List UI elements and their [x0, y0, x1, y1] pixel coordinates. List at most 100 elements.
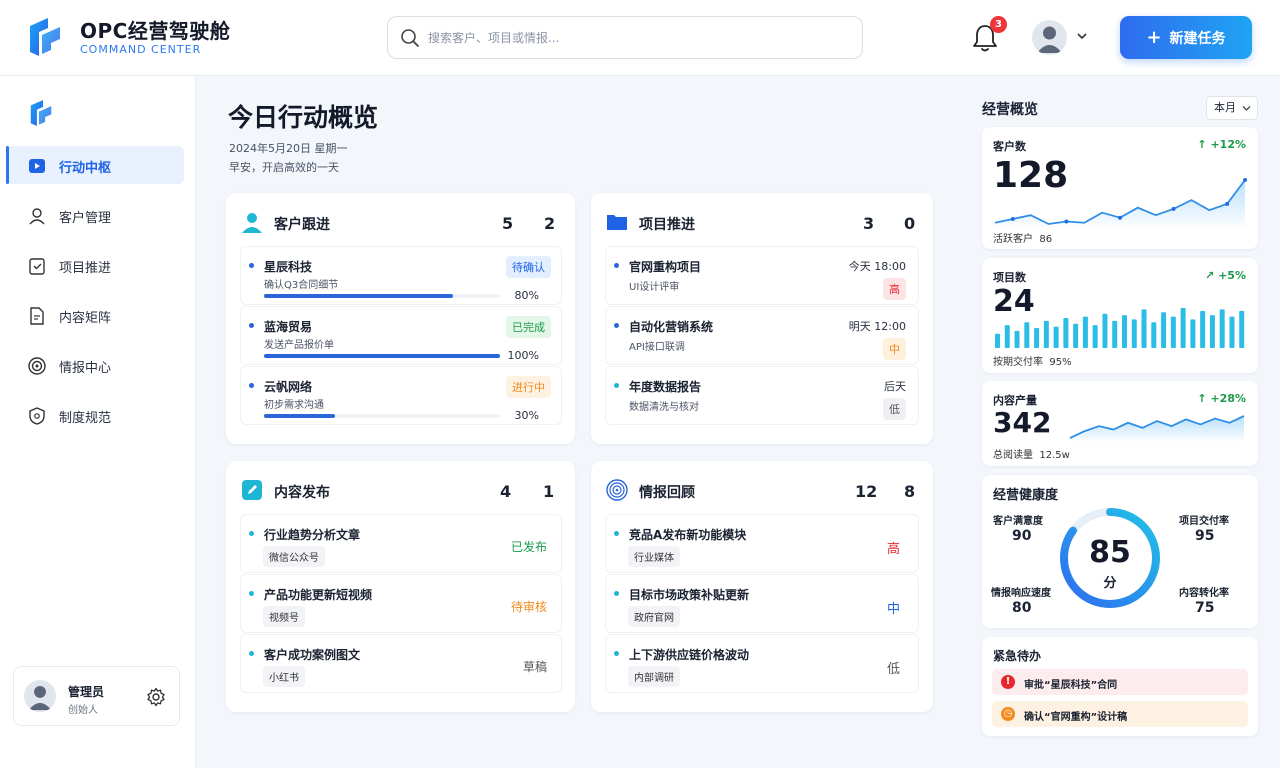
page-title: 今日行动概览	[228, 103, 379, 132]
list-item[interactable]: 自动化营销系统 API接口联调 明天 12:00 中	[605, 306, 919, 365]
folder-icon	[607, 215, 627, 230]
sidebar-item-content[interactable]: 内容矩阵	[6, 296, 184, 334]
app-logo[interactable]	[26, 16, 64, 58]
metric-value: 80	[1012, 600, 1032, 616]
stat-value: 342	[993, 406, 1052, 439]
customer-followup-card: 客户跟进 5 2 星辰科技 确认Q3合同细节 待确认 80% 蓝海贸易 发送产品…	[226, 193, 575, 444]
list-item[interactable]: 官网重构项目 UI设计评审 今天 18:00 高	[605, 246, 919, 305]
bar	[1170, 316, 1176, 348]
trend-point	[1225, 201, 1230, 206]
bar	[1180, 308, 1186, 348]
stat-footer: 总阅读量 12.5w	[993, 450, 1070, 461]
priority-badge: 中	[883, 338, 906, 360]
urgent-item[interactable]: ! 审批“星辰科技”合同	[992, 669, 1248, 695]
bar	[1229, 316, 1235, 348]
sidebar-item-customers[interactable]: 客户管理	[6, 196, 184, 234]
bar	[1161, 312, 1167, 348]
item-subtitle: 确认Q3合同细节	[264, 280, 339, 291]
gear-icon[interactable]	[146, 687, 166, 707]
overview-title: 经营概览	[982, 102, 1038, 118]
document-icon	[30, 307, 44, 325]
level-text: 中	[886, 602, 900, 617]
page-date: 2024年5月20日 星期一	[229, 142, 348, 155]
content-publish-card: 内容发布 4 1 行业趋势分析文章 微信公众号 已发布 产品功能更新短视频 视频…	[226, 461, 575, 712]
search-input[interactable]	[428, 17, 848, 58]
new-task-button[interactable]: + 新建任务	[1120, 16, 1252, 59]
list-item[interactable]: 云帆网络 初步需求沟通 进行中 30%	[240, 366, 562, 425]
metric-label: 项目交付率	[1179, 516, 1229, 527]
app-subtitle: COMMAND CENTER	[80, 43, 202, 56]
urgent-text: 审批“星辰科技”合同	[1024, 680, 1118, 691]
period-value: 本月	[1214, 101, 1236, 114]
sidebar-item-action-hub[interactable]: 行动中枢	[6, 146, 184, 184]
progress-fill	[264, 414, 335, 418]
bar	[1112, 320, 1118, 348]
bullet-dot	[249, 323, 254, 328]
trend-point	[1064, 219, 1069, 224]
urgent-item[interactable]: ◷ 确认“官网重构”设计稿	[992, 701, 1248, 727]
chevron-down-icon[interactable]	[1076, 31, 1088, 41]
source-tag: 内部调研	[628, 666, 680, 687]
health-card: 经营健康度 85 分 客户满意度 90 项目交付率 95 情报响应速度 80 内…	[982, 475, 1258, 628]
item-title: 自动化营销系统	[629, 320, 714, 334]
item-title: 蓝海贸易	[264, 320, 313, 334]
health-unit: 分	[1103, 576, 1117, 591]
list-item[interactable]: 年度数据报告 数据清洗与核对 后天 低	[605, 366, 919, 425]
alert-icon: !	[1001, 675, 1015, 689]
sidebar-item-label: 行动中枢	[59, 161, 112, 176]
list-item[interactable]: 蓝海贸易 发送产品报价单 已完成 100%	[240, 306, 562, 365]
search-box	[387, 16, 863, 59]
status-text: 草稿	[522, 660, 547, 674]
user-avatar[interactable]	[1032, 20, 1067, 55]
sidebar-item-intel[interactable]: 情报中心	[6, 346, 184, 384]
content-trend-chart	[1069, 415, 1245, 441]
card-count-2: 8	[904, 482, 916, 501]
sidebar-item-projects[interactable]: 项目推进	[6, 246, 184, 284]
bar	[1073, 323, 1079, 348]
due-time: 今天 18:00	[848, 260, 906, 273]
project-progress-card: 项目推进 3 0 官网重构项目 UI设计评审 今天 18:00 高 自动化营销系…	[591, 193, 933, 444]
bullet-dot	[249, 531, 254, 536]
priority-badge: 低	[883, 398, 906, 420]
item-subtitle: 初步需求沟通	[264, 400, 324, 411]
progress-fill	[264, 354, 500, 358]
sidebar: 行动中枢 客户管理 项目推进 内容矩阵 情报中心 制度规范 管理员 创始人	[0, 76, 196, 768]
card-count-2: 2	[544, 214, 556, 233]
sidebar-item-label: 内容矩阵	[59, 311, 112, 326]
list-item[interactable]: 星辰科技 确认Q3合同细节 待确认 80%	[240, 246, 562, 305]
channel-tag: 小红书	[263, 666, 305, 687]
list-item[interactable]: 行业趋势分析文章 微信公众号 已发布	[240, 514, 562, 573]
stat-label: 项目数	[993, 271, 1026, 284]
item-title: 官网重构项目	[629, 260, 702, 274]
health-title: 经营健康度	[993, 488, 1059, 503]
period-select[interactable]: 本月	[1206, 96, 1258, 120]
item-subtitle: 发送产品报价单	[264, 340, 334, 351]
level-text: 高	[886, 542, 900, 557]
sidebar-logo	[30, 100, 52, 126]
stat-card-content: 内容产量 ↑ +28% 342 总阅读量 12.5w	[982, 381, 1258, 466]
bullet-dot	[249, 651, 254, 656]
sidebar-item-label: 制度规范	[59, 411, 112, 426]
user-icon	[29, 208, 45, 225]
list-item[interactable]: 客户成功案例图文 小红书 草稿	[240, 634, 562, 693]
customer-icon	[242, 213, 262, 233]
fingerprint-icon	[606, 479, 628, 501]
projects-bar-chart	[995, 308, 1245, 348]
list-item[interactable]: 产品功能更新短视频 视频号 待审核	[240, 574, 562, 633]
bar	[1024, 322, 1030, 348]
card-title: 情报回顾	[639, 485, 695, 501]
user-panel[interactable]: 管理员 创始人	[13, 666, 180, 726]
list-item[interactable]: 上下游供应链价格波动 内部调研 低	[605, 634, 919, 693]
bullet-dot	[614, 651, 619, 656]
list-item[interactable]: 竞品A发布新功能模块 行业媒体 高	[605, 514, 919, 573]
sidebar-item-rules[interactable]: 制度规范	[6, 396, 184, 434]
trend-point	[1243, 178, 1247, 182]
notification-badge: 3	[990, 16, 1007, 33]
clock-icon: ◷	[1001, 707, 1015, 721]
list-item[interactable]: 目标市场政策补贴更新 政府官网 中	[605, 574, 919, 633]
chevron-down-icon	[1242, 106, 1251, 111]
progress-bar	[264, 294, 500, 298]
stat-change: ↗ +5%	[1205, 269, 1246, 282]
page-greeting: 早安，开启高效的一天	[229, 161, 339, 174]
bar	[1151, 322, 1157, 348]
